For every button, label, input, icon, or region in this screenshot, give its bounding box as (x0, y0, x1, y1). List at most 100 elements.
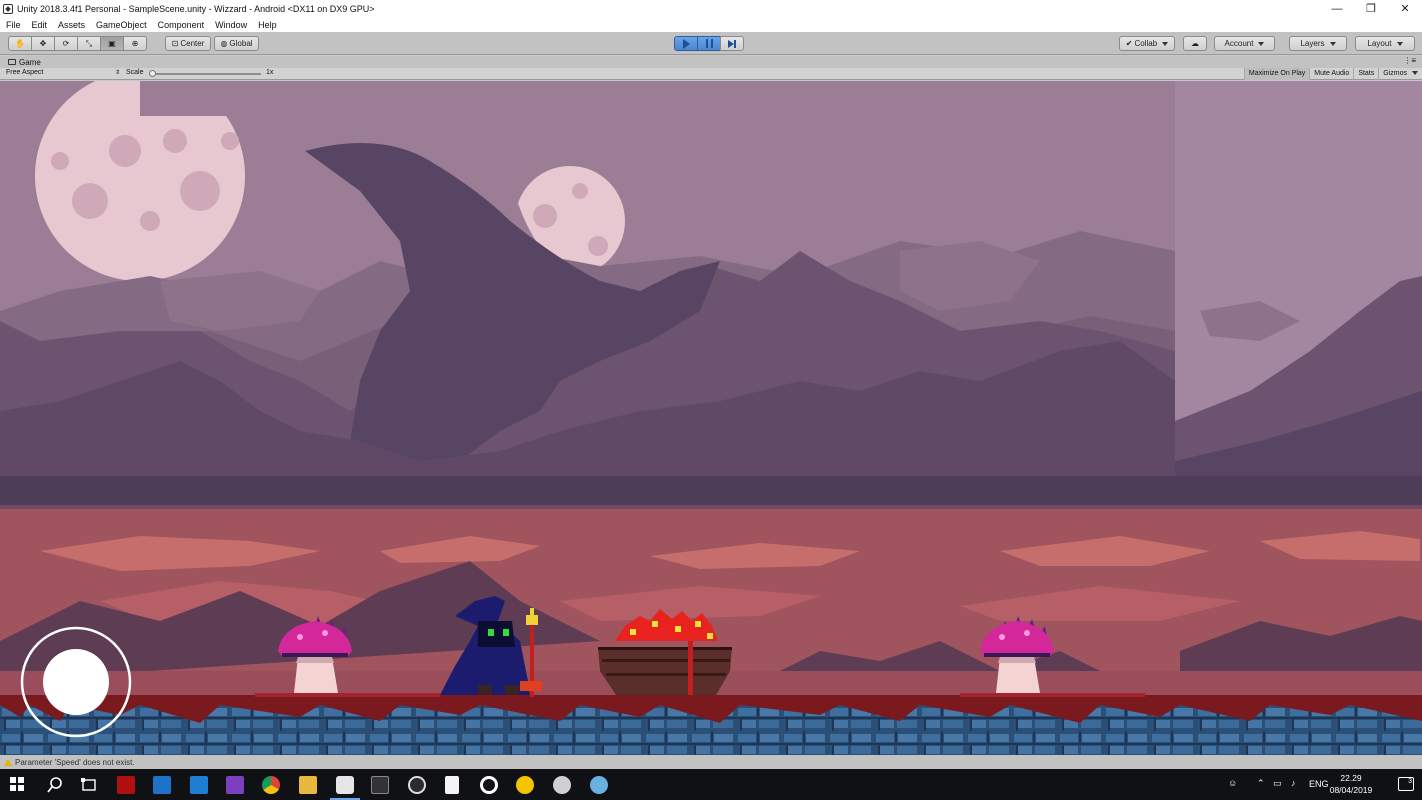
close-button[interactable]: ✕ (1388, 0, 1422, 17)
layout-label: Layout (1367, 39, 1392, 48)
norton-icon[interactable] (516, 776, 534, 794)
rect-tool-button[interactable]: ▣ (100, 36, 124, 51)
collab-button[interactable]: ✔ Collab (1119, 36, 1175, 51)
playback-controls (674, 36, 744, 51)
game-viewport[interactable] (0, 81, 1422, 755)
hand-tool-button[interactable]: ✋ (8, 36, 32, 51)
scale-icon: ⤡ (85, 38, 93, 48)
battery-icon[interactable]: ▭ (1273, 778, 1282, 789)
pivot-label: Center (180, 39, 205, 48)
discord-icon[interactable] (408, 776, 426, 794)
updown-arrows-icon: ⇕ (115, 70, 121, 76)
windows-start-icon[interactable] (10, 777, 24, 791)
notification-count: 3 (1408, 778, 1412, 785)
space-global-button[interactable]: ◍ Global (214, 36, 259, 51)
play-icon (682, 38, 690, 49)
step-button[interactable] (720, 36, 744, 51)
tab-menu-icon[interactable]: ⋮≡ (1403, 56, 1416, 65)
joystick-handle[interactable] (43, 649, 109, 715)
people-icon[interactable]: ☺ (1228, 778, 1237, 788)
target-icon[interactable] (480, 776, 498, 794)
pause-icon (705, 39, 713, 48)
cloud-button[interactable]: ☁ (1183, 36, 1207, 51)
move-tool-button[interactable]: ✥ (31, 36, 55, 51)
menu-component[interactable]: Component (158, 20, 205, 30)
menu-window[interactable]: Window (215, 20, 247, 30)
rect-icon: ▣ (108, 39, 116, 48)
move-icon: ✥ (39, 39, 47, 48)
stats-toggle[interactable]: Stats (1353, 68, 1378, 80)
document-icon[interactable] (445, 776, 459, 794)
chrome-icon[interactable] (262, 776, 280, 794)
scale-slider-track[interactable] (151, 73, 261, 75)
rotate-tool-button[interactable]: ⟳ (54, 36, 78, 51)
cloud-app-icon[interactable] (553, 776, 571, 794)
app-red-icon[interactable] (117, 776, 135, 794)
scale-tool-button[interactable]: ⤡ (77, 36, 101, 51)
menu-help[interactable]: Help (258, 20, 277, 30)
chevron-down-icon (1396, 41, 1403, 46)
layers-label: Layers (1300, 39, 1325, 48)
chevron-down-icon (1162, 41, 1169, 46)
aspect-dropdown[interactable]: Free Aspect (6, 69, 43, 76)
globe-icon: ◍ (220, 39, 228, 48)
pivot-center-button[interactable]: ⊡ Center (165, 36, 211, 51)
file-explorer-icon[interactable] (299, 776, 317, 794)
scale-value: 1x (266, 69, 274, 76)
title-bar: Unity 2018.3.4f1 Personal - SampleScene.… (0, 0, 1422, 17)
play-button[interactable] (674, 36, 698, 51)
collab-label: Collab (1134, 39, 1158, 48)
notification-center-icon[interactable]: 3 (1398, 777, 1414, 791)
status-message[interactable]: Parameter 'Speed' does not exist. (15, 758, 135, 767)
mute-audio-toggle[interactable]: Mute Audio (1309, 68, 1353, 80)
platform-1 (255, 693, 440, 697)
globe-app-icon[interactable] (590, 776, 608, 794)
space-label: Global (229, 39, 253, 48)
horizon-line (0, 505, 1422, 509)
task-view-icon[interactable] (80, 776, 98, 794)
game-tab-header: Game ⋮≡ (0, 56, 1422, 68)
outlook-icon[interactable] (153, 776, 171, 794)
window-title: Unity 2018.3.4f1 Personal - SampleScene.… (17, 3, 375, 14)
gizmos-label: Gizmos (1383, 70, 1407, 77)
pause-button[interactable] (697, 36, 721, 51)
vscode-icon[interactable] (190, 776, 208, 794)
chevron-down-icon (1258, 41, 1265, 46)
menu-assets[interactable]: Assets (58, 20, 85, 30)
search-icon[interactable] (46, 776, 64, 794)
cloud-icon: ☁ (1191, 39, 1199, 48)
restore-button[interactable]: ❐ (1354, 0, 1388, 17)
clock-date: 08/04/2019 (1329, 785, 1373, 795)
live-icon[interactable] (371, 776, 389, 794)
warning-icon (4, 758, 12, 766)
menu-gameobject[interactable]: GameObject (96, 20, 147, 30)
visual-studio-icon[interactable] (226, 776, 244, 794)
account-dropdown[interactable]: Account (1214, 36, 1275, 51)
minimize-button[interactable]: — (1320, 0, 1354, 17)
menu-file[interactable]: File (6, 20, 21, 30)
game-view-toolbar: Free Aspect ⇕ Scale 1x Maximize On Play … (0, 68, 1422, 80)
game-scene (0, 81, 1422, 755)
volume-icon[interactable]: ♪ (1291, 778, 1296, 788)
scale-slider-handle[interactable] (149, 70, 156, 77)
account-label: Account (1224, 39, 1254, 48)
maximize-on-play-toggle[interactable]: Maximize On Play (1243, 68, 1310, 80)
menu-edit[interactable]: Edit (32, 20, 48, 30)
unity-icon[interactable] (336, 776, 354, 794)
gizmos-dropdown[interactable]: Gizmos (1378, 68, 1422, 80)
transform-tool-button[interactable]: ⊕ (123, 36, 147, 51)
hand-icon: ✋ (15, 39, 25, 48)
gamepad-icon (8, 59, 16, 65)
status-bar[interactable]: Parameter 'Speed' does not exist. (0, 755, 1422, 769)
chevron-down-icon (1412, 71, 1418, 75)
windows-taskbar: ☺ ⌃ ▭ ♪ ENG 22.29 08/04/2019 3 (0, 769, 1422, 800)
main-toolbar: ✋ ✥ ⟳ ⤡ ▣ ⊕ ⊡ Center ◍ Global ✔ Collab ☁ Ac… (0, 32, 1422, 55)
clock[interactable]: 22.29 08/04/2019 (1326, 772, 1376, 796)
chevron-up-icon[interactable]: ⌃ (1257, 778, 1265, 789)
layout-dropdown[interactable]: Layout (1355, 36, 1415, 51)
clock-time: 22.29 (1340, 773, 1362, 783)
transform-tools: ✋ ✥ ⟳ ⤡ ▣ ⊕ (8, 36, 147, 51)
unity-app-icon (3, 3, 13, 14)
layers-dropdown[interactable]: Layers (1289, 36, 1347, 51)
tab-game[interactable]: Game (8, 58, 41, 67)
